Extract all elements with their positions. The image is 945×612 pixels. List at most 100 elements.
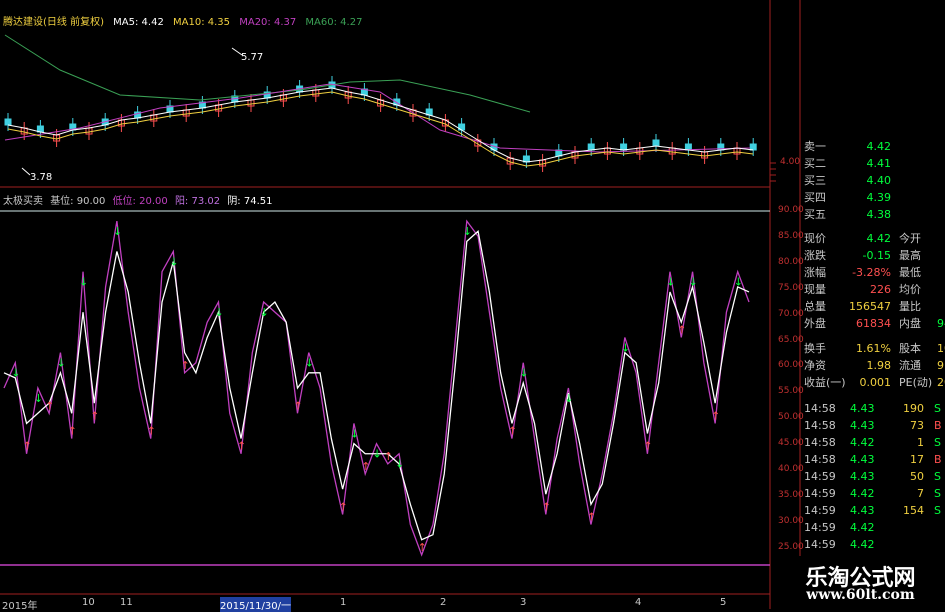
tick-price: 4.42 — [850, 538, 875, 551]
buy-signal-marker: ↑ — [361, 460, 370, 473]
tick-row[interactable]: 14:59 4.43 154 S — [804, 502, 945, 519]
tick-volume: 1 — [917, 436, 924, 449]
quote-row: 涨跌 -0.15 最高 — [804, 247, 945, 264]
indicator-yang-line — [3, 219, 750, 557]
y-axis-tick-label: 65.00 — [778, 334, 804, 345]
tick-row[interactable]: 14:59 4.42 — [804, 519, 945, 536]
stats-label-2: 股本 — [899, 342, 921, 355]
order-book-row: 买五 4.38 — [804, 206, 945, 223]
indicator-series — [3, 219, 750, 557]
sell-signal-marker: ↓ — [260, 306, 269, 319]
quote-label-2: 均价 — [899, 283, 921, 296]
quote-row: 总量 156547 量比 — [804, 298, 945, 315]
candle-body — [652, 139, 660, 147]
stats-label: 净资 — [804, 359, 826, 372]
order-book-label: 买五 — [804, 208, 826, 221]
stats-row: 换手 1.61% 股本 10. — [804, 340, 945, 357]
chart-grid — [0, 0, 801, 609]
ma10-label: MA10: 4.35 — [173, 17, 231, 28]
tick-row[interactable]: 14:58 4.43 17 B — [804, 451, 945, 468]
y-axis-tick-label: 60.00 — [778, 360, 804, 371]
tick-side: S — [934, 402, 941, 415]
low-pointer — [21, 167, 31, 176]
indicator-yin: 阴: 74.51 — [227, 196, 273, 207]
stats-value-2: 9.7 — [937, 359, 945, 372]
date-axis-label: 3 — [520, 597, 527, 608]
candle-body — [4, 118, 12, 126]
tick-price: 4.42 — [850, 521, 875, 534]
order-book-row: 买三 4.40 — [804, 172, 945, 189]
sell-signal-marker: ↓ — [564, 392, 573, 405]
y-axis-tick-label: 70.00 — [778, 308, 804, 319]
stats-label: 收益(一) — [804, 376, 846, 389]
quote-value: -3.28% — [852, 266, 891, 279]
indicator-header: 太极买卖 基位: 90.00 低位: 20.00 阳: 73.02 阴: 74.… — [3, 192, 273, 207]
indicator-low: 低位: 20.00 — [112, 196, 168, 207]
quote-label-2: 最高 — [899, 249, 921, 262]
tick-time: 14:58 — [804, 402, 836, 415]
buy-signal-marker: ↑ — [68, 425, 77, 438]
tick-row[interactable]: 14:59 4.42 — [804, 536, 945, 553]
quote-label-2: 最低 — [899, 266, 921, 279]
high-marker: 5.77 — [241, 52, 264, 63]
tick-row[interactable]: 14:58 4.43 73 B — [804, 417, 945, 434]
buy-signal-marker: ↑ — [147, 425, 156, 438]
tick-price: 4.43 — [850, 504, 875, 517]
order-book-label: 买三 — [804, 174, 826, 187]
order-book-price: 4.38 — [866, 208, 892, 221]
candle-body — [587, 143, 595, 151]
tick-time: 14:59 — [804, 487, 836, 500]
stock-name[interactable]: 腾达建设(日线 前复权) — [3, 17, 104, 28]
indicator-name[interactable]: 太极买卖 — [3, 196, 43, 207]
quote-label: 涨幅 — [804, 266, 826, 279]
date-axis-label: 2015/11/30/一 — [220, 597, 292, 612]
buy-signal-marker: ↑ — [237, 440, 246, 453]
buy-signal-marker: ↑ — [384, 450, 393, 463]
quote-value: 4.42 — [866, 232, 892, 245]
tick-side: B — [934, 419, 942, 432]
quote-label: 涨跌 — [804, 249, 826, 262]
buy-signal-marker: ↑ — [181, 359, 190, 372]
ma20-line — [4, 83, 751, 153]
price-axis-tick: 4.00 — [780, 157, 801, 167]
order-book-row: 买二 4.41 — [804, 155, 945, 172]
tick-row[interactable]: 14:58 4.43 190 S — [804, 400, 945, 417]
tick-price: 4.43 — [850, 402, 875, 415]
tick-row[interactable]: 14:59 4.43 50 S — [804, 468, 945, 485]
stats-value: 1.98 — [866, 359, 892, 372]
order-book-label: 买四 — [804, 191, 826, 204]
tick-row[interactable]: 14:59 4.42 7 S — [804, 485, 945, 502]
ma60-label: MA60: 4.27 — [305, 17, 363, 28]
tick-time: 14:58 — [804, 453, 836, 466]
y-axis-tick-label: 35.00 — [778, 489, 804, 500]
quote-panel: 卖一 4.42 买二 4.41 买三 4.40 买四 4.39 买五 4.38 现价 4.42 今开涨… — [804, 138, 945, 609]
order-book-price: 4.39 — [866, 191, 892, 204]
tick-time: 14:59 — [804, 538, 836, 551]
tick-row[interactable]: 14:58 4.42 1 S — [804, 434, 945, 451]
low-marker: 3.78 — [30, 172, 53, 183]
sell-signal-marker: ↓ — [395, 458, 404, 471]
sell-signal-marker: ↓ — [350, 427, 359, 440]
candlestick-series — [4, 76, 757, 172]
order-book-price: 4.42 — [866, 140, 892, 153]
date-axis-label: 2015年 — [2, 601, 38, 612]
quote-value: 156547 — [849, 300, 891, 313]
buy-signal-marker: ↑ — [293, 399, 302, 412]
order-book-row: 卖一 4.42 — [804, 138, 945, 155]
sell-signal-marker: ↓ — [169, 255, 178, 268]
date-axis-label: 4 — [635, 597, 642, 608]
tick-time: 14:59 — [804, 504, 836, 517]
order-book-price: 4.40 — [866, 174, 892, 187]
quote-value: 61834 — [856, 317, 891, 330]
quote-row: 外盘 61834 内盘 94 — [804, 315, 945, 332]
sell-signal-marker: ↓ — [79, 276, 88, 289]
y-axis-tick-label: 30.00 — [778, 515, 804, 526]
y-axis-tick-label: 25.00 — [778, 541, 804, 552]
sell-signal-marker: ↓ — [214, 306, 223, 319]
ma5-label: MA5: 4.42 — [113, 17, 164, 28]
quote-row: 现价 4.42 今开 — [804, 230, 945, 247]
y-axis-tick-label: 80.00 — [778, 256, 804, 267]
buy-signal-marker: ↑ — [90, 409, 99, 422]
stats-row: 收益(一) 0.001 PE(动) 20 — [804, 374, 945, 391]
sell-signal-marker: ↓ — [621, 341, 630, 354]
